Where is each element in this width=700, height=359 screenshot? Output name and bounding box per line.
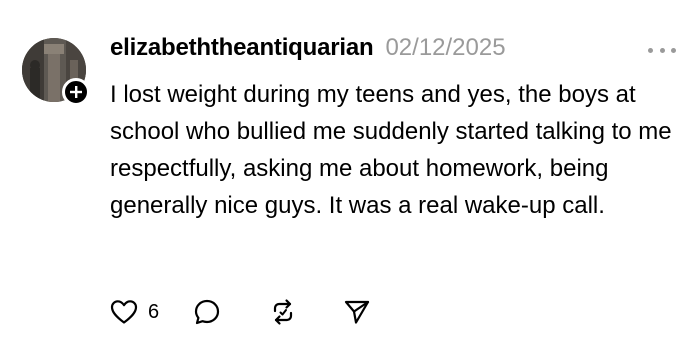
post: elizabeththeantiquarian 02/12/2025 I los… <box>0 0 700 359</box>
username[interactable]: elizabeththeantiquarian <box>110 34 374 62</box>
more-dot <box>648 47 653 53</box>
post-header: elizabeththeantiquarian 02/12/2025 <box>110 34 506 64</box>
action-bar: 6 <box>110 296 371 328</box>
repost-button[interactable] <box>269 298 297 326</box>
more-options-icon[interactable] <box>648 44 676 56</box>
like-button[interactable]: 6 <box>110 299 159 325</box>
more-dot <box>671 47 676 53</box>
follow-button[interactable] <box>62 78 90 106</box>
share-button[interactable] <box>343 298 371 326</box>
heart-icon <box>110 300 138 324</box>
more-dot <box>659 47 665 53</box>
timestamp[interactable]: 02/12/2025 <box>385 34 505 62</box>
comment-bubble-icon <box>195 299 220 325</box>
post-text: I lost weight during my teens and yes, t… <box>110 81 672 219</box>
reply-button[interactable] <box>193 298 221 326</box>
send-icon <box>345 300 370 324</box>
repost-icon <box>274 299 293 325</box>
like-count: 6 <box>148 300 160 323</box>
plus-icon <box>70 86 82 98</box>
